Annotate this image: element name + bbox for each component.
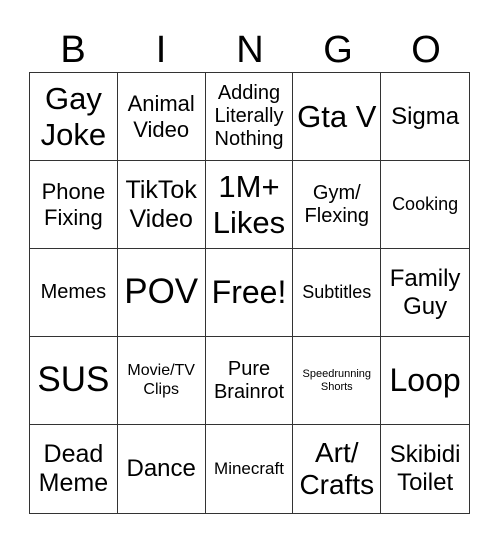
cell-label: Animal Video bbox=[127, 91, 195, 142]
cell-label: Minecraft bbox=[214, 459, 284, 479]
cell-label: Gay Joke bbox=[40, 80, 107, 152]
bingo-cell[interactable]: Speedrunning Shorts bbox=[293, 337, 382, 425]
cell-label: Family Guy bbox=[389, 264, 461, 320]
bingo-grid: Gay Joke Animal Video Adding Literally Not… bbox=[29, 72, 470, 514]
bingo-cell[interactable]: Phone Fixing bbox=[30, 161, 118, 249]
cell-label: Dead Meme bbox=[38, 440, 109, 497]
bingo-cell[interactable]: TikTok Video bbox=[117, 161, 206, 249]
cell-label: Subtitles bbox=[302, 282, 372, 303]
bingo-cell[interactable]: Animal Video bbox=[117, 73, 206, 161]
bingo-cell[interactable]: Cooking bbox=[381, 161, 469, 249]
header-letter-n: N bbox=[236, 29, 264, 71]
bingo-cell[interactable]: Gta V bbox=[293, 73, 382, 161]
header-letter-g: G bbox=[323, 29, 353, 71]
bingo-cell[interactable]: 1M+ Likes bbox=[205, 161, 294, 249]
header-letter-o: O bbox=[411, 29, 441, 71]
bingo-cell[interactable]: Art/ Crafts bbox=[293, 425, 382, 513]
bingo-cell[interactable]: Loop bbox=[381, 337, 469, 425]
cell-label: Adding Literally Nothing bbox=[214, 82, 284, 150]
header-letter-b: B bbox=[60, 29, 86, 71]
bingo-cell[interactable]: Gay Joke bbox=[30, 73, 118, 161]
cell-label: Phone Fixing bbox=[41, 179, 106, 230]
header-letter-i: I bbox=[155, 29, 167, 71]
bingo-cell[interactable]: Memes bbox=[30, 249, 118, 337]
bingo-cell[interactable]: Family Guy bbox=[381, 249, 469, 337]
cell-label: Gym/ Flexing bbox=[304, 181, 370, 227]
cell-label: Pure Brainrot bbox=[213, 357, 284, 403]
cell-label: Gta V bbox=[297, 98, 377, 134]
cell-label: POV bbox=[124, 272, 199, 312]
cell-label: Loop bbox=[389, 362, 461, 399]
bingo-cell[interactable]: SUS bbox=[30, 337, 118, 425]
bingo-cell[interactable]: POV bbox=[117, 249, 206, 337]
cell-label: SUS bbox=[37, 360, 110, 400]
bingo-cell[interactable]: Skibidi Toilet bbox=[381, 425, 469, 513]
bingo-cell[interactable]: Minecraft bbox=[206, 425, 294, 513]
cell-label: Art/ Crafts bbox=[299, 436, 375, 500]
bingo-cell[interactable]: Subtitles bbox=[293, 249, 382, 337]
bingo-cell[interactable]: Dance bbox=[118, 425, 206, 513]
cell-label: Free! bbox=[211, 274, 287, 311]
cell-label: Movie/TV Clips bbox=[127, 362, 195, 398]
cell-label: Dance bbox=[126, 455, 196, 483]
cell-label: Memes bbox=[40, 281, 107, 303]
bingo-cell[interactable]: Gym/ Flexing bbox=[293, 161, 382, 249]
cell-label: Sigma bbox=[391, 102, 460, 130]
bingo-cell[interactable]: Adding Literally Nothing bbox=[205, 73, 294, 161]
bingo-cell[interactable]: Free! bbox=[205, 249, 294, 337]
bingo-cell[interactable]: Dead Meme bbox=[30, 425, 118, 513]
cell-label: Speedrunning Shorts bbox=[302, 367, 372, 393]
cell-label: 1M+ Likes bbox=[212, 168, 286, 240]
bingo-cell[interactable]: Sigma bbox=[381, 73, 469, 161]
cell-label: Cooking bbox=[392, 194, 459, 215]
cell-label: TikTok Video bbox=[125, 175, 197, 233]
bingo-cell[interactable]: Pure Brainrot bbox=[205, 337, 294, 425]
bingo-cell[interactable]: Movie/TV Clips bbox=[117, 337, 206, 425]
cell-label: Skibidi Toilet bbox=[389, 441, 461, 496]
